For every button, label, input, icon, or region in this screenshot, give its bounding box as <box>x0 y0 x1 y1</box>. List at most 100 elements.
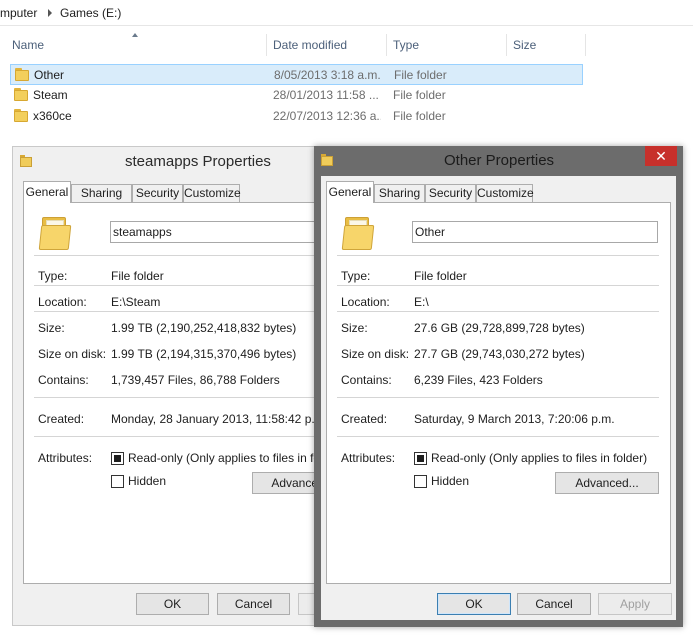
attributes-label: Attributes: <box>341 451 396 465</box>
created-value: Saturday, 9 March 2013, 7:20:06 p.m. <box>414 412 615 426</box>
cancel-button[interactable]: Cancel <box>217 593 290 615</box>
contains-value: 1,739,457 Files, 86,788 Folders <box>111 373 280 387</box>
hidden-label: Hidden <box>128 474 167 488</box>
type-label: Type: <box>341 269 371 283</box>
file-name: Other <box>34 68 65 82</box>
breadcrumb-computer[interactable]: mputer <box>0 6 37 20</box>
sort-up-icon <box>132 33 138 37</box>
divider <box>34 397 344 398</box>
file-name: x360ce <box>33 109 72 123</box>
contains-label: Contains: <box>38 373 89 387</box>
folder-icon <box>20 155 32 168</box>
column-divider[interactable] <box>585 34 586 56</box>
other-properties-dialog: Other Properties ✕ General Sharing Secur… <box>314 146 683 627</box>
tab-sharing[interactable]: Sharing <box>374 184 425 202</box>
type-value: File folder <box>414 269 467 283</box>
column-header-date-modified[interactable]: Date modified <box>273 38 347 60</box>
dialog-title: steamapps Properties <box>125 153 271 170</box>
divider <box>337 397 659 398</box>
file-type: File folder <box>393 109 446 123</box>
tab-strip: General Sharing Security Customize <box>23 181 323 203</box>
file-type: File folder <box>393 88 446 102</box>
size-value: 1.99 TB (2,190,252,418,832 bytes) <box>111 321 297 335</box>
size-on-disk-value: 1.99 TB (2,194,315,370,496 bytes) <box>111 347 297 361</box>
divider <box>337 436 659 437</box>
size-label: Size: <box>38 321 65 335</box>
tab-general[interactable]: General <box>23 181 71 203</box>
file-name: Steam <box>33 88 68 102</box>
general-panel: steamapps Type: File folder Location: E:… <box>23 202 354 584</box>
dialog-title: Other Properties <box>444 152 555 169</box>
tab-customize[interactable]: Customize <box>476 184 534 202</box>
address-bar[interactable]: mputer Games (E:) <box>0 0 693 26</box>
file-row-other[interactable]: Other 8/05/2013 3:18 a.m. File folder <box>10 64 583 85</box>
hidden-checkbox[interactable] <box>414 475 427 488</box>
breadcrumb-games-drive[interactable]: Games (E:) <box>60 6 121 20</box>
readonly-label: Read-only (Only applies to files in fold… <box>431 451 648 465</box>
file-date: 22/07/2013 12:36 a... <box>273 109 381 123</box>
column-header-type[interactable]: Type <box>393 38 419 60</box>
column-header-size[interactable]: Size <box>513 38 536 60</box>
column-divider[interactable] <box>506 34 507 56</box>
type-value: File folder <box>111 269 164 283</box>
column-divider[interactable] <box>266 34 267 56</box>
location-value: E:\Steam <box>111 295 161 309</box>
steamapps-properties-dialog: steamapps Properties General Sharing Sec… <box>12 146 354 626</box>
readonly-label: Read-only (Only applies to files in fold… <box>128 451 345 465</box>
size-on-disk-label: Size on disk: <box>38 347 107 361</box>
divider <box>34 311 344 312</box>
tab-security[interactable]: Security <box>425 184 476 202</box>
advanced-button[interactable]: Advanced... <box>555 472 659 494</box>
folder-name-input[interactable]: Other <box>412 221 658 243</box>
contains-label: Contains: <box>341 373 392 387</box>
tab-strip: General Sharing Security Customize <box>326 181 626 203</box>
created-label: Created: <box>341 412 388 426</box>
column-header-name[interactable]: Name <box>12 38 44 60</box>
ok-button[interactable]: OK <box>136 593 209 615</box>
folder-icon <box>341 217 375 250</box>
readonly-checkbox[interactable] <box>111 452 124 465</box>
size-on-disk-label: Size on disk: <box>341 347 410 361</box>
ok-button[interactable]: OK <box>437 593 511 615</box>
size-label: Size: <box>341 321 368 335</box>
file-date: 8/05/2013 3:18 a.m. <box>274 68 381 82</box>
folder-icon <box>14 109 28 122</box>
divider <box>34 436 344 437</box>
chevron-right-icon[interactable] <box>48 9 52 17</box>
tab-security[interactable]: Security <box>132 184 183 202</box>
divider <box>337 311 659 312</box>
location-label: Location: <box>38 295 87 309</box>
dialog-client-area: General Sharing Security Customize Other… <box>321 176 676 620</box>
divider <box>337 285 659 286</box>
file-row-x360ce[interactable]: x360ce 22/07/2013 12:36 a... File folder <box>10 106 583 127</box>
location-value: E:\ <box>414 295 429 309</box>
contains-value: 6,239 Files, 423 Folders <box>414 373 543 387</box>
type-label: Type: <box>38 269 68 283</box>
tab-customize[interactable]: Customize <box>183 184 241 202</box>
file-row-steam[interactable]: Steam 28/01/2013 11:58 ... File folder <box>10 85 583 106</box>
hidden-label: Hidden <box>431 474 470 488</box>
divider <box>34 255 344 256</box>
divider <box>34 285 344 286</box>
folder-icon <box>15 68 29 81</box>
general-panel: Other Type: File folder Location: E:\ Si… <box>326 202 671 584</box>
hidden-checkbox[interactable] <box>111 475 124 488</box>
size-on-disk-value: 27.7 GB (29,743,030,272 bytes) <box>414 347 585 361</box>
file-type: File folder <box>394 68 447 82</box>
cancel-button[interactable]: Cancel <box>517 593 591 615</box>
divider <box>337 255 659 256</box>
created-label: Created: <box>38 412 85 426</box>
tab-general[interactable]: General <box>326 181 374 203</box>
folder-icon <box>321 154 333 167</box>
close-icon[interactable]: ✕ <box>645 146 677 166</box>
folder-icon <box>14 88 28 101</box>
folder-icon <box>38 217 72 250</box>
column-divider[interactable] <box>386 34 387 56</box>
size-value: 27.6 GB (29,728,899,728 bytes) <box>414 321 585 335</box>
location-label: Location: <box>341 295 390 309</box>
apply-button[interactable]: Apply <box>598 593 672 615</box>
tab-sharing[interactable]: Sharing <box>71 184 132 202</box>
attributes-label: Attributes: <box>38 451 93 465</box>
readonly-checkbox[interactable] <box>414 452 427 465</box>
file-date: 28/01/2013 11:58 ... <box>273 88 379 102</box>
